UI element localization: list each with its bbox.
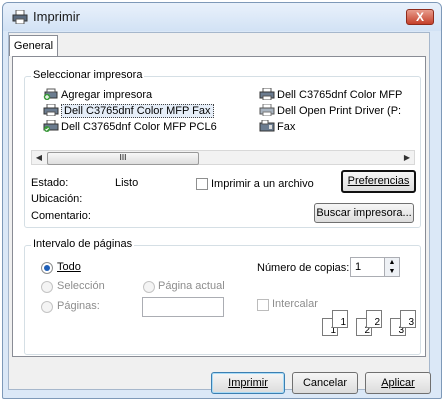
- range-selection-label[interactable]: Selección: [57, 280, 105, 292]
- spin-down-icon[interactable]: ▼: [385, 267, 399, 276]
- add-printer-icon: [43, 88, 58, 100]
- printer-item-fax-plain[interactable]: Fax: [259, 120, 295, 134]
- page-range-group-label: Intervalo de páginas: [31, 238, 135, 250]
- find-printer-button[interactable]: Buscar impresora...: [314, 203, 414, 223]
- collate-page: 2: [366, 310, 382, 328]
- scroll-right-arrow-icon[interactable]: ▶: [400, 151, 414, 164]
- find-printer-button-label: Buscar impresora...: [316, 207, 412, 219]
- cancel-button[interactable]: Cancelar: [292, 372, 358, 394]
- collate-label[interactable]: Intercalar: [272, 298, 318, 310]
- pages-input[interactable]: [142, 297, 224, 317]
- printer-icon: [43, 104, 59, 116]
- default-printer-icon: [43, 120, 59, 132]
- print-to-file-checkbox[interactable]: [196, 178, 208, 190]
- scrollbar-grip: III: [119, 153, 127, 162]
- range-current-page-radio[interactable]: [143, 281, 155, 293]
- printer-item-open-print[interactable]: Dell Open Print Driver (P:: [259, 104, 401, 118]
- copies-spin-buttons[interactable]: ▲ ▼: [384, 258, 399, 276]
- range-pages-radio[interactable]: [41, 301, 53, 313]
- cancel-button-label: Cancelar: [302, 377, 348, 389]
- close-icon: X: [415, 10, 424, 24]
- printer-item-pcl6[interactable]: Dell C3765dnf Color MFP PCL6: [43, 120, 217, 134]
- copies-value: 1: [355, 261, 362, 273]
- status-value: Listo: [115, 177, 139, 189]
- preferences-button[interactable]: Preferencias: [341, 170, 416, 193]
- printer-icon: [259, 88, 275, 100]
- collate-page: 3: [400, 310, 416, 328]
- collate-page: 1: [332, 310, 348, 328]
- collate-checkbox[interactable]: [257, 299, 269, 311]
- status-label: Estado:: [31, 177, 69, 189]
- printer-item-label: Dell C3765dnf Color MFP: [277, 89, 403, 101]
- print-button[interactable]: Imprimir: [211, 372, 285, 394]
- printer-item-label: Dell Open Print Driver (P:: [277, 105, 402, 117]
- printer-item-label: Fax: [277, 121, 296, 133]
- print-button-label: Imprimir: [228, 377, 268, 389]
- printer-item-label: Dell C3765dnf Color MFP PCL6: [61, 121, 217, 133]
- fax-icon: [259, 120, 275, 132]
- preferences-button-label: Preferencias: [347, 175, 410, 187]
- scrollbar-thumb[interactable]: III: [47, 152, 199, 165]
- apply-button-label: Aplicar: [381, 377, 415, 389]
- printer-icon: [259, 104, 275, 116]
- print-to-file-label[interactable]: Imprimir a un archivo: [211, 178, 314, 190]
- scroll-left-arrow-icon[interactable]: ◀: [32, 151, 46, 164]
- printer-item-fax[interactable]: Dell C3765dnf Color MFP Fax: [43, 104, 214, 118]
- printer-icon: [12, 10, 28, 24]
- spin-up-icon[interactable]: ▲: [385, 258, 399, 267]
- close-button[interactable]: X: [406, 9, 434, 25]
- copies-stepper[interactable]: 1 ▲ ▼: [350, 257, 400, 277]
- copies-label: Número de copias:: [257, 262, 350, 274]
- location-label: Ubicación:: [31, 193, 83, 205]
- apply-button[interactable]: Aplicar: [365, 372, 431, 394]
- comment-label: Comentario:: [31, 210, 91, 222]
- range-pages-label[interactable]: Páginas:: [57, 300, 100, 312]
- title-bar[interactable]: Imprimir X: [3, 3, 441, 31]
- range-all-label[interactable]: Todo: [57, 261, 81, 273]
- printer-item-label: Dell C3765dnf Color MFP Fax: [61, 104, 214, 118]
- range-selection-radio[interactable]: [41, 281, 53, 293]
- printer-item-label: Agregar impresora: [61, 89, 153, 101]
- range-all-radio[interactable]: [41, 262, 53, 274]
- window-title: Imprimir: [33, 9, 80, 24]
- select-printer-group-label: Seleccionar impresora: [31, 69, 145, 81]
- printer-list[interactable]: Agregar impresora Dell C3765dnf Color MF…: [31, 84, 415, 150]
- printer-list-scrollbar[interactable]: ◀ III ▶: [31, 150, 415, 165]
- printer-item-add[interactable]: Agregar impresora: [43, 88, 152, 102]
- range-current-page-label[interactable]: Página actual: [158, 280, 225, 292]
- tab-general[interactable]: General: [9, 35, 58, 56]
- printer-item-color-mfp[interactable]: Dell C3765dnf Color MFP: [259, 88, 402, 102]
